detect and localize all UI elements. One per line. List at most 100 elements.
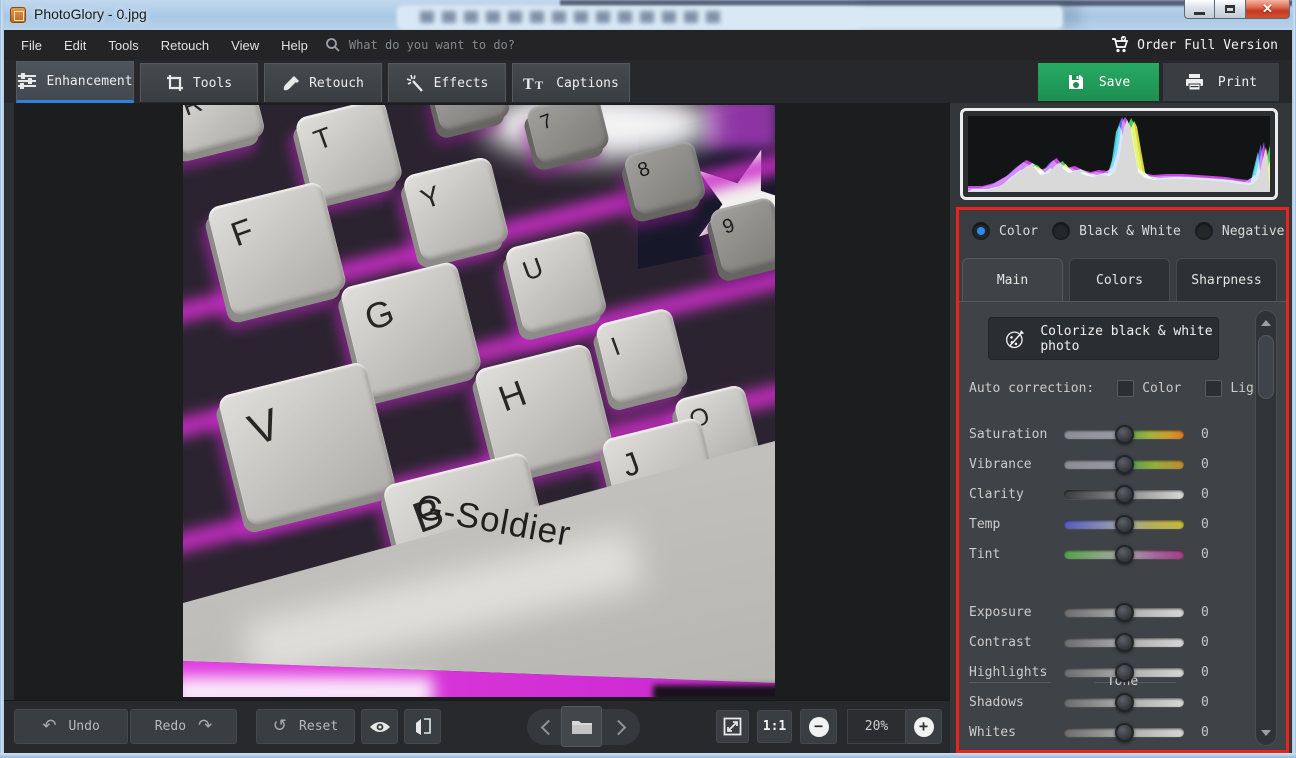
window-border (1292, 0, 1296, 758)
fit-screen-icon (723, 717, 742, 736)
tab-captions[interactable]: TTCaptions (512, 63, 630, 102)
scroll-up-icon[interactable] (1261, 320, 1271, 326)
save-icon (1067, 73, 1085, 91)
app-icon (10, 7, 26, 23)
sliders-icon (17, 72, 37, 90)
previous-photo-button[interactable] (541, 720, 557, 736)
slider-value: 0 (1201, 695, 1209, 710)
slider-handle[interactable] (1115, 515, 1134, 534)
window-title: PhotoGlory - 0.jpg (34, 6, 147, 22)
eye-icon (369, 719, 391, 735)
palette-icon (1003, 324, 1027, 354)
print-icon (1185, 73, 1204, 91)
slider-handle[interactable] (1115, 633, 1134, 652)
title-bar[interactable]: PhotoGlory - 0.jpg (0, 0, 1296, 30)
slider-value: 0 (1201, 547, 1209, 562)
next-photo-button[interactable] (611, 720, 627, 736)
panel-scrollbar[interactable] (1255, 310, 1277, 746)
open-folder-button[interactable] (561, 706, 602, 747)
panel-tabs: MainColorsSharpness (962, 258, 1289, 302)
close-button[interactable]: ✕ (1245, 0, 1290, 19)
mode-black-white[interactable]: Black & White (1052, 222, 1181, 240)
slider-handle[interactable] (1115, 455, 1134, 474)
menu-item-help[interactable]: Help (270, 38, 319, 53)
scrollbar-thumb[interactable] (1258, 335, 1274, 399)
photo-background (703, 105, 775, 149)
panel-tab-main[interactable]: Main (962, 258, 1063, 302)
print-button[interactable]: Print (1163, 63, 1279, 101)
background-window-blur (420, 11, 720, 23)
menu-item-edit[interactable]: Edit (53, 38, 97, 53)
preview-original-button[interactable] (361, 709, 398, 744)
plus-icon: + (914, 717, 934, 737)
tab-enhancement[interactable]: Enhancement (16, 61, 134, 103)
tab-effects[interactable]: Effects (388, 63, 506, 102)
colorize-button[interactable]: Colorize black & white photo (988, 317, 1219, 360)
slider-row-contrast: Contrast0 (959, 628, 1286, 658)
undo-icon: ↶ (42, 718, 56, 735)
slider-handle[interactable] (1115, 545, 1134, 564)
menu-item-file[interactable]: File (10, 38, 53, 53)
photo-bottom-light (183, 677, 433, 697)
slider-row-saturation: Saturation0 (959, 420, 1286, 450)
slider-row-shadows: Shadows0 (959, 688, 1286, 718)
radio-icon (972, 222, 990, 240)
zoom-level[interactable]: 20% (847, 709, 906, 744)
before-after-button[interactable] (404, 709, 441, 744)
slider-handle[interactable] (1115, 485, 1134, 504)
scroll-down-icon[interactable] (1261, 730, 1271, 736)
fit-to-screen-button[interactable] (716, 710, 749, 743)
tab-tools[interactable]: Tools (140, 63, 258, 102)
slider-handle[interactable] (1115, 663, 1134, 682)
reset-button[interactable]: ↺ Reset (256, 709, 355, 744)
menu-bar: FileEditToolsRetouchViewHelp What do you… (4, 30, 1292, 60)
help-search[interactable]: What do you want to do? (325, 37, 515, 53)
svg-text:T: T (523, 76, 534, 92)
slider-value: 0 (1201, 725, 1209, 740)
search-placeholder: What do you want to do? (349, 38, 515, 52)
window-border (0, 753, 1296, 758)
compare-icon (414, 718, 432, 736)
mode-color[interactable]: Color (972, 222, 1038, 240)
save-button[interactable]: Save (1038, 63, 1159, 101)
order-label: Order Full Version (1137, 38, 1278, 53)
tab-retouch[interactable]: Retouch (264, 63, 382, 102)
cart-icon (1110, 35, 1130, 55)
slider-row-highlights: Highlights0 (959, 658, 1286, 688)
crop-icon (166, 74, 184, 92)
window-border (0, 0, 4, 758)
redo-button[interactable]: Redo ↷ (130, 709, 237, 744)
slider-value: 0 (1201, 427, 1209, 442)
radio-icon (1052, 222, 1070, 240)
auto-light-checkbox[interactable] (1205, 380, 1222, 397)
svg-text:T: T (535, 78, 543, 92)
slider-handle[interactable] (1115, 723, 1134, 742)
slider-row-exposure: Exposure0 (959, 598, 1286, 628)
menu-item-tools[interactable]: Tools (97, 38, 149, 53)
slider-handle[interactable] (1115, 693, 1134, 712)
slider-value: 0 (1201, 635, 1209, 650)
panel-tab-sharpness[interactable]: Sharpness (1176, 258, 1277, 302)
minimize-button[interactable] (1184, 0, 1215, 19)
canvas-left-margin (4, 103, 14, 700)
feature-tab-bar: EnhancementToolsRetouchEffectsTTCaptions… (4, 60, 1292, 103)
main-tab-content: Colorize black & white photo Auto correc… (959, 301, 1286, 751)
menu-item-retouch[interactable]: Retouch (150, 38, 220, 53)
mode-negative[interactable]: Negative (1195, 222, 1285, 240)
slider-handle[interactable] (1115, 603, 1134, 622)
undo-button[interactable]: ↶ Undo (14, 709, 128, 744)
slider-row-vibrance: Vibrance0 (959, 450, 1286, 480)
menu-item-view[interactable]: View (220, 38, 270, 53)
slider-handle[interactable] (1115, 425, 1134, 444)
edited-photo[interactable]: RTYUIOFGHJKVBNM6789 G-Soldier (183, 105, 775, 697)
zoom-in-button[interactable]: + (905, 709, 942, 744)
keycap-r: R (183, 105, 266, 157)
reset-icon: ↺ (273, 718, 287, 735)
order-full-version[interactable]: Order Full Version (1110, 30, 1278, 60)
actual-size-button[interactable]: 1:1 (757, 710, 792, 743)
maximize-button[interactable] (1215, 0, 1245, 19)
auto-color-checkbox[interactable] (1117, 380, 1134, 397)
keycap-f: F (206, 180, 348, 317)
zoom-out-button[interactable]: − (800, 709, 837, 744)
panel-tab-colors[interactable]: Colors (1069, 258, 1170, 302)
